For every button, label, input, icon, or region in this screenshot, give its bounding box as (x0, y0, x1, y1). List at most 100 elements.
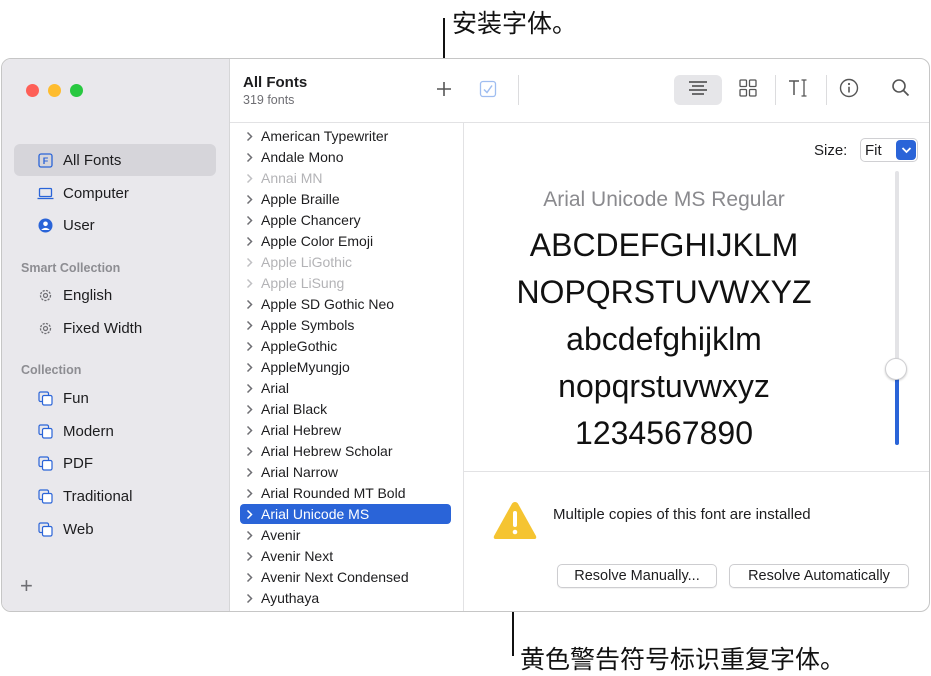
size-slider-knob[interactable] (885, 358, 907, 381)
font-list-item[interactable]: Annai MN (240, 168, 451, 188)
font-list-item[interactable]: Apple Color Emoji (240, 231, 451, 251)
font-list-item[interactable]: Avenir Next Condensed (240, 567, 451, 587)
toolbar-separator (826, 75, 827, 105)
chevron-right-icon[interactable] (246, 488, 256, 499)
sidebar-item-computer[interactable]: Computer (14, 177, 216, 209)
font-family-name: Arial Narrow (261, 464, 339, 480)
sidebar-item-label: English (63, 286, 113, 304)
chevron-right-icon[interactable] (246, 173, 256, 184)
font-family-name: Apple Color Emoji (261, 233, 374, 249)
chevron-right-icon[interactable] (246, 572, 256, 583)
chevron-right-icon[interactable] (246, 425, 256, 436)
search-button[interactable] (885, 75, 915, 105)
gear-icon (36, 319, 54, 337)
chevron-right-icon[interactable] (246, 215, 256, 226)
font-list-item[interactable]: Arial Black (240, 399, 451, 419)
chevron-right-icon[interactable] (246, 341, 256, 352)
resolve-manually-button[interactable]: Resolve Manually... (557, 564, 717, 588)
size-select[interactable]: Fit (860, 138, 918, 162)
zoom-window-button[interactable] (70, 84, 83, 97)
grid-view-button[interactable] (733, 75, 763, 105)
font-list-item[interactable]: Apple Braille (240, 189, 451, 209)
add-font-button[interactable] (432, 79, 456, 103)
checkbox-icon (479, 80, 497, 103)
font-list-item[interactable]: Arial (240, 378, 451, 398)
sidebar-item-user[interactable]: User (14, 209, 216, 241)
sidebar-item-pdf[interactable]: PDF (14, 447, 216, 479)
sample-view-button[interactable] (674, 75, 722, 105)
chevron-right-icon[interactable] (246, 194, 256, 205)
size-value: Fit (865, 142, 882, 159)
font-family-name: Arial Rounded MT Bold (261, 485, 406, 501)
font-list-item[interactable]: Arial Unicode MS (240, 504, 451, 524)
preview-line: NOPQRSTUVWXYZ (516, 274, 812, 310)
font-list-item[interactable]: Apple LiGothic (240, 252, 451, 272)
chevron-right-icon[interactable] (246, 236, 256, 247)
font-family-name: Apple LiGothic (261, 254, 353, 270)
callout-duplicate-warning: 黄色警告符号标识重复字体。 (520, 646, 846, 674)
font-list-item[interactable]: Apple Chancery (240, 210, 451, 230)
laptop-icon (36, 184, 54, 202)
sidebar-item-all-fonts[interactable]: F All Fonts (14, 144, 216, 176)
font-count: 319 fonts (243, 93, 295, 107)
chevron-right-icon[interactable] (246, 446, 256, 457)
sidebar-item-fixed-width[interactable]: Fixed Width (14, 312, 216, 344)
font-family-name: Ayuthaya (261, 590, 320, 606)
chevron-right-icon[interactable] (246, 278, 256, 289)
font-family-name: Arial Hebrew Scholar (261, 443, 393, 459)
chevron-right-icon[interactable] (246, 383, 256, 394)
sidebar-item-label: User (63, 216, 95, 234)
font-family-name: Arial Unicode MS (261, 506, 370, 522)
font-family-name: Avenir Next Condensed (261, 569, 409, 585)
chevron-right-icon[interactable] (246, 320, 256, 331)
resolve-automatically-button[interactable]: Resolve Automatically (729, 564, 909, 588)
font-list-item[interactable]: AppleGothic (240, 336, 451, 356)
font-list-item[interactable]: Apple SD Gothic Neo (240, 294, 451, 314)
font-info-button[interactable] (834, 75, 864, 105)
font-list-item[interactable]: Arial Hebrew (240, 420, 451, 440)
font-list-item[interactable]: Arial Rounded MT Bold (240, 483, 451, 503)
chevron-right-icon[interactable] (246, 131, 256, 142)
minimize-window-button[interactable] (48, 84, 61, 97)
collection-icon (36, 487, 54, 505)
font-family-name: Apple Braille (261, 191, 340, 207)
chevron-right-icon[interactable] (246, 509, 256, 520)
font-list-item[interactable]: Arial Narrow (240, 462, 451, 482)
sidebar-item-label: Fun (63, 389, 89, 407)
close-window-button[interactable] (26, 84, 39, 97)
font-list-item[interactable]: Avenir (240, 525, 451, 545)
chevron-right-icon[interactable] (246, 299, 256, 310)
toolbar-separator (775, 75, 776, 105)
add-collection-button[interactable]: + (20, 575, 33, 597)
custom-text-button[interactable] (784, 75, 814, 105)
collection-icon (36, 520, 54, 538)
font-list-item[interactable]: Avenir Next (240, 546, 451, 566)
font-list-item[interactable]: AppleMyungjo (240, 357, 451, 377)
warning-message: Multiple copies of this font are install… (553, 506, 811, 523)
chevron-right-icon[interactable] (246, 530, 256, 541)
chevron-right-icon[interactable] (246, 404, 256, 415)
chevron-right-icon[interactable] (246, 362, 256, 373)
font-list-item[interactable]: Apple LiSung (240, 273, 451, 293)
sidebar-item-web[interactable]: Web (14, 513, 216, 545)
sidebar-item-fun[interactable]: Fun (14, 382, 216, 414)
info-icon (839, 78, 859, 103)
chevron-right-icon[interactable] (246, 257, 256, 268)
validate-font-button[interactable] (476, 79, 500, 103)
chevron-right-icon[interactable] (246, 467, 256, 478)
chevron-right-icon[interactable] (246, 551, 256, 562)
sidebar-item-modern[interactable]: Modern (14, 415, 216, 447)
sidebar-item-traditional[interactable]: Traditional (14, 480, 216, 512)
collection-header: Collection (21, 363, 82, 377)
font-list-item[interactable]: Ayuthaya (240, 588, 451, 608)
duplicate-warning-pane: Multiple copies of this font are install… (464, 472, 929, 611)
chevron-right-icon[interactable] (246, 593, 256, 604)
font-family-name: Andale Mono (261, 149, 344, 165)
font-family-name: AppleMyungjo (261, 359, 350, 375)
font-list-item[interactable]: Apple Symbols (240, 315, 451, 335)
chevron-right-icon[interactable] (246, 152, 256, 163)
font-list-item[interactable]: American Typewriter (240, 126, 451, 146)
font-list-item[interactable]: Andale Mono (240, 147, 451, 167)
font-list-item[interactable]: Arial Hebrew Scholar (240, 441, 451, 461)
sidebar-item-english[interactable]: English (14, 279, 216, 311)
